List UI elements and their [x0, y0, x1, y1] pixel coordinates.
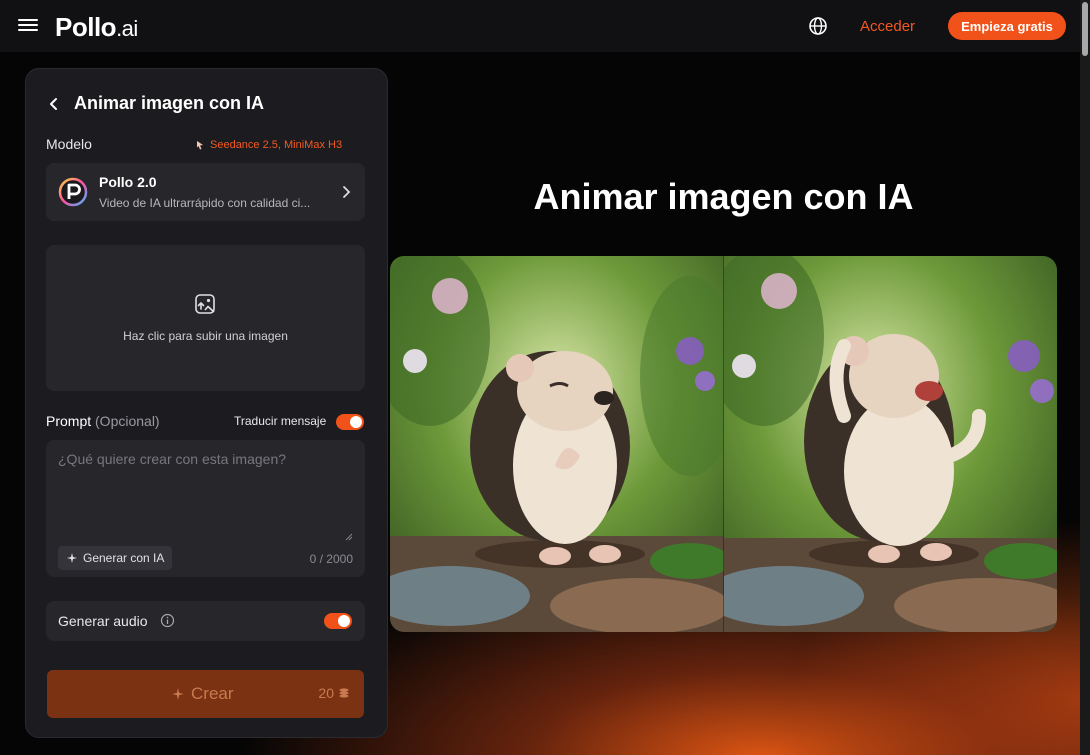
prompt-input[interactable] — [46, 440, 365, 540]
logo-text: Pollo — [55, 12, 117, 42]
prompt-optional: (Opcional) — [95, 413, 160, 429]
create-label: Crear — [171, 684, 234, 704]
resize-grip-icon[interactable] — [345, 533, 353, 541]
model-label: Modelo — [46, 136, 92, 152]
generate-with-ai-label: Generar con IA — [83, 551, 165, 565]
create-label-text: Crear — [191, 684, 234, 703]
prompt-container: Generar con IA 0 / 2000 — [46, 440, 365, 577]
model-description: Video de IA ultrarrápido con calidad ci.… — [99, 196, 311, 210]
menu-icon[interactable] — [18, 16, 38, 34]
panel-header: Animar imagen con IA — [46, 93, 264, 114]
credit-cost-value: 20 — [318, 685, 334, 701]
credit-cost: 20 — [318, 685, 350, 701]
model-selector[interactable]: Pollo 2.0 Video de IA ultrarrápido con c… — [46, 163, 365, 221]
start-free-button[interactable]: Empieza gratis — [948, 12, 1066, 40]
prompt-label-text: Prompt — [46, 413, 92, 429]
coin-stack-icon — [339, 688, 349, 698]
pointer-icon — [197, 141, 203, 150]
image-upload-area[interactable]: Haz clic para subir una imagen — [46, 245, 365, 391]
top-bar: Pollo.ai Acceder Empieza gratis — [0, 0, 1090, 52]
example-after-image — [703, 256, 1057, 632]
generator-panel: Animar imagen con IA Modelo Seedance 2.5… — [25, 68, 388, 738]
sparkle-icon — [172, 688, 184, 700]
char-counter: 0 / 2000 — [309, 552, 353, 566]
scrollbar-thumb[interactable] — [1082, 2, 1088, 56]
toggle-knob — [338, 615, 350, 627]
globe-icon[interactable] — [808, 16, 828, 36]
login-link[interactable]: Acceder — [860, 18, 915, 35]
main-title: Animar imagen con IA — [533, 176, 914, 217]
translate-label: Traducir mensaje — [234, 414, 327, 428]
create-button[interactable]: Crear 20 — [47, 670, 364, 718]
image-upload-icon — [195, 294, 215, 314]
audio-option: Generar audio — [46, 601, 365, 641]
prompt-label: Prompt (Opcional) — [46, 413, 160, 429]
generate-with-ai-button[interactable]: Generar con IA — [58, 546, 173, 570]
chevron-right-icon — [343, 186, 351, 198]
example-showcase — [390, 256, 1057, 632]
model-tag-text: Seedance 2.5, MiniMax H3 — [210, 139, 343, 151]
site-logo[interactable]: Pollo.ai — [55, 12, 138, 43]
panel-title: Animar imagen con IA — [74, 93, 265, 113]
pollo-logo-icon — [58, 177, 88, 207]
audio-toggle[interactable] — [324, 613, 352, 629]
model-name: Pollo 2.0 — [99, 174, 157, 190]
audio-label: Generar audio — [58, 613, 148, 629]
toggle-knob — [350, 416, 362, 428]
info-icon[interactable] — [160, 613, 175, 628]
page-scrollbar[interactable] — [1080, 0, 1090, 755]
translate-toggle[interactable] — [336, 414, 364, 430]
upload-instruction: Haz clic para subir una imagen — [123, 329, 288, 343]
logo-suffix: .ai — [116, 16, 138, 41]
example-before-image — [390, 256, 740, 632]
back-icon[interactable] — [46, 96, 62, 112]
sparkle-icon — [67, 553, 77, 563]
model-tag: Seedance 2.5, MiniMax H3 — [194, 139, 342, 151]
comparison-divider — [723, 256, 724, 632]
